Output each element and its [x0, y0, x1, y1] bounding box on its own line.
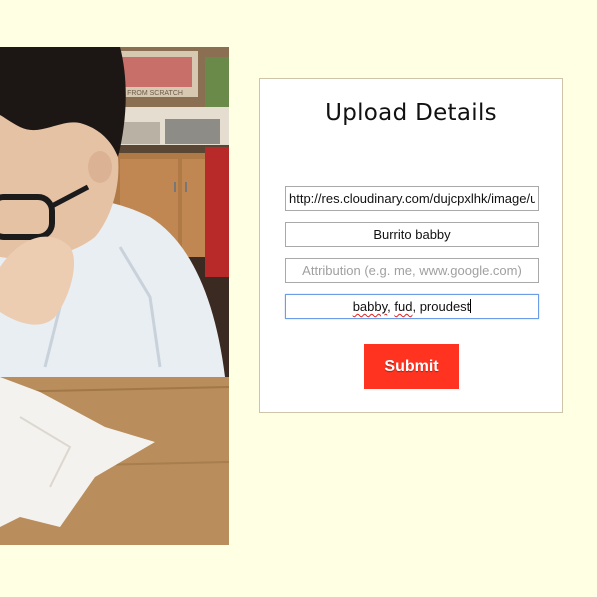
page: FROM SCRATCH Upload Details http://res.c…: [0, 0, 597, 597]
image-url-field[interactable]: [285, 186, 539, 211]
upload-details-panel: Upload Details babby, fud, proudest Subm…: [259, 78, 563, 413]
tags-field[interactable]: [285, 294, 539, 319]
image-title-field[interactable]: [285, 222, 539, 247]
photo-image: FROM SCRATCH: [0, 47, 229, 545]
sign-text: FROM SCRATCH: [127, 90, 183, 97]
panel-title: Upload Details: [325, 100, 497, 126]
uploaded-photo: FROM SCRATCH: [0, 47, 229, 545]
attribution-field[interactable]: [285, 258, 539, 283]
submit-button[interactable]: Submit: [364, 344, 459, 389]
